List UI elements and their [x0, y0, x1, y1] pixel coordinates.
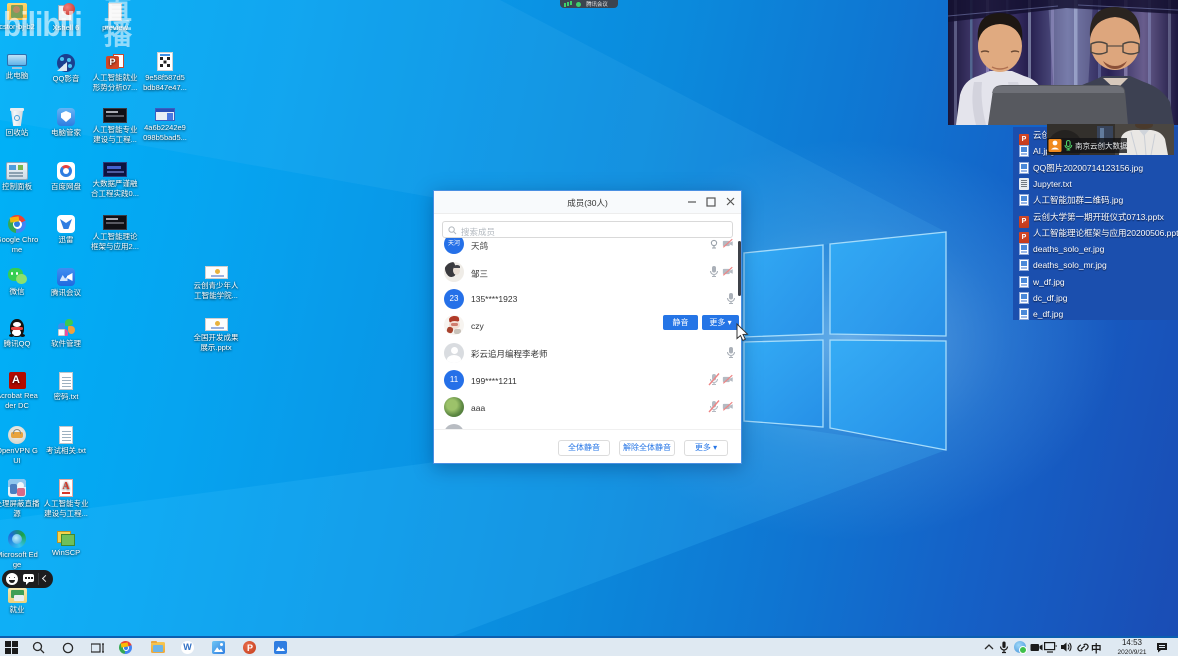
- svg-text:南京云创大数据: 南京云创大数据: [1075, 141, 1128, 151]
